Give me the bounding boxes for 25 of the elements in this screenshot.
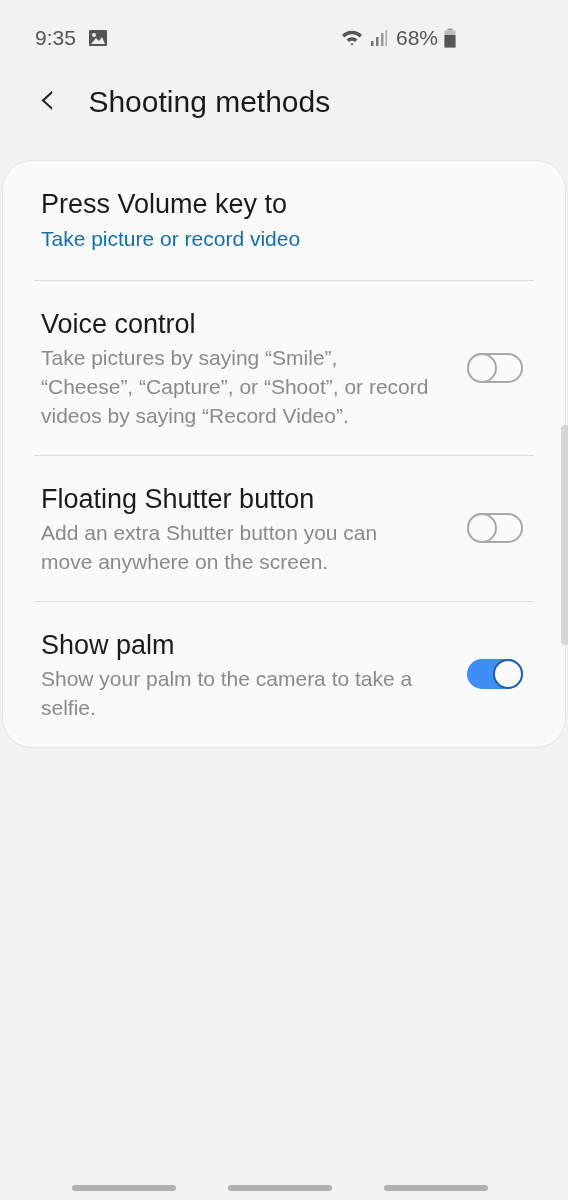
page-title: Shooting methods <box>88 85 331 119</box>
setting-description: Show your palm to the camera to take a selfie. <box>41 666 414 721</box>
toggle-switch[interactable] <box>467 659 523 689</box>
setting-title: Press Volume key to <box>41 188 289 221</box>
nav-handle[interactable] <box>384 1185 488 1191</box>
signal-icon <box>369 29 388 47</box>
setting-value: Take picture or record video <box>41 226 302 252</box>
setting-title: Show palm <box>41 629 176 662</box>
toggle-switch[interactable] <box>467 352 523 383</box>
setting-row[interactable]: Press Volume key to Take picture or record video <box>3 161 565 280</box>
status-time: 9:35 <box>35 26 76 50</box>
setting-row[interactable]: Floating Shutter button Add an extra Shutter button you can move anywhere on the screen. <box>3 456 565 601</box>
gallery-icon <box>87 29 108 47</box>
setting-row[interactable]: Voice control Take pictures by saying “Smile”, “Cheese”, “Capture”, or “Shoot”, or record videos by saying “Record Video”. <box>3 281 565 455</box>
setting-row[interactable]: Show palm Show your palm to the camera to take a selfie. <box>3 602 565 747</box>
battery-icon <box>444 28 456 48</box>
setting-description: Add an extra Shutter button you can move anywhere on the screen. <box>41 520 379 575</box>
toggle-switch[interactable] <box>467 513 523 543</box>
battery-percent: 68% <box>395 26 438 50</box>
nav-handle[interactable] <box>72 1185 176 1191</box>
setting-title: Floating Shutter button <box>41 483 316 516</box>
back-button[interactable]: ‹ <box>30 75 65 129</box>
nav-handle[interactable] <box>228 1185 332 1191</box>
setting-description: Take pictures by saying “Smile”, “Cheese”, “Capture”, or “Shoot”, or record videos by saying “Record Video”. <box>41 345 430 429</box>
setting-title: Voice control <box>41 308 197 341</box>
